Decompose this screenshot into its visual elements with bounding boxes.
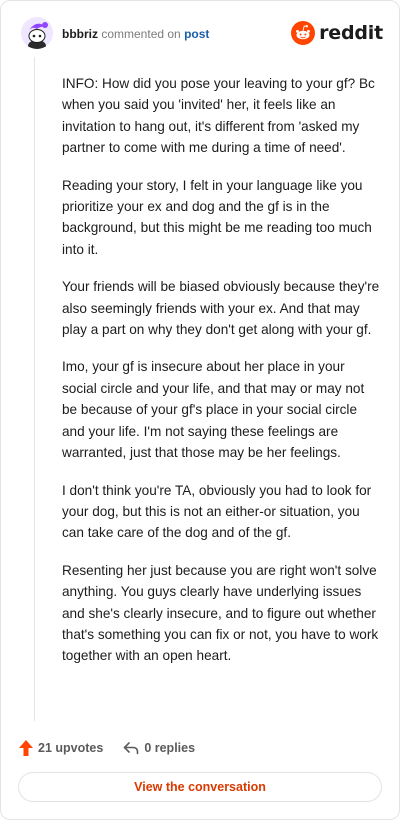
comment-actions: 21 upvotes 0 replies [19, 739, 215, 757]
comment-paragraph: Imo, your gf is insecure about her place… [62, 359, 365, 461]
upvote-button[interactable]: 21 upvotes [19, 740, 103, 756]
thread-line [34, 57, 35, 721]
username-link[interactable]: bbbriz [62, 27, 98, 41]
view-conversation-button[interactable]: View the conversation [18, 772, 382, 802]
comment-header: bbbriz commented on post reddit [21, 17, 383, 53]
comment-meta: bbbriz commented on post [62, 26, 209, 42]
comment-body: INFO: How did you pose your leaving to y… [62, 73, 382, 683]
commented-on-label: commented on [101, 27, 181, 41]
comment-paragraph: Resenting her just because you are right… [62, 562, 379, 664]
upvote-count: 21 upvotes [38, 741, 104, 755]
reddit-brand-link[interactable]: reddit [291, 21, 383, 45]
reddit-logo-icon [291, 21, 316, 45]
comment-embed-card: bbbriz commented on post reddit INFO: Ho… [0, 0, 400, 820]
snoo-avatar-icon [21, 17, 53, 49]
replies-button[interactable]: 0 replies [123, 741, 195, 755]
upvote-arrow-icon [19, 740, 33, 756]
reply-count: 0 replies [144, 741, 196, 755]
post-link[interactable]: post [184, 27, 209, 41]
comment-paragraph: I don't think you're TA, obviously you h… [62, 482, 372, 541]
comment-paragraph: Your friends will be biased obviously be… [62, 279, 380, 338]
comment-paragraph: INFO: How did you pose your leaving to y… [62, 76, 375, 156]
comment-paragraph: Reading your story, I felt in your langu… [62, 177, 372, 257]
user-avatar[interactable] [21, 17, 53, 49]
reply-arrow-icon [124, 742, 139, 755]
reddit-wordmark: reddit [319, 22, 383, 44]
